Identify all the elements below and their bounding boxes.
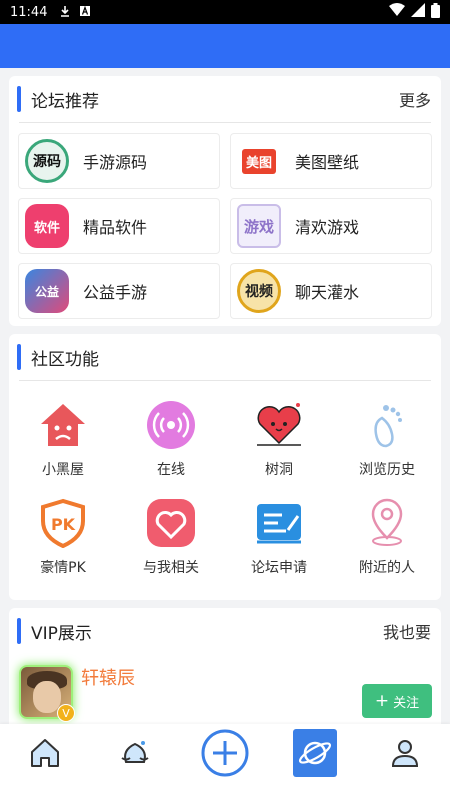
forum-recommend-title: 论坛推荐 <box>31 91 99 112</box>
func-label: 附近的人 <box>359 560 415 576</box>
signal-icon <box>411 3 425 21</box>
game-icon: 游戏 <box>237 204 281 248</box>
avatar-face <box>33 681 61 713</box>
func-label: 树洞 <box>265 462 293 478</box>
follow-label: 关注 <box>393 695 420 711</box>
heart-box-icon <box>145 497 197 549</box>
forum-item-label: 手游源码 <box>83 153 148 172</box>
forum-item-label: 精品软件 <box>83 218 148 237</box>
status-time: 11:44 <box>10 4 48 20</box>
software-icon: 软件 <box>25 204 69 248</box>
forum-item-chat[interactable]: 视频 聊天灌水 <box>230 263 432 319</box>
forum-recommend-card: 论坛推荐 更多 源码 手游源码 美图 美图壁纸 软件 精品软件 游戏 清欢游戏 … <box>9 76 441 326</box>
forum-more-link[interactable]: 更多 <box>399 87 431 111</box>
func-label: 在线 <box>157 462 185 478</box>
community-grid: 小黑屋 在线 树洞 浏览历史 PK 豪情PK 与我相关 论坛申请 附近的人 <box>9 381 441 595</box>
func-item-history[interactable]: 浏览历史 <box>333 399 441 497</box>
section-accent-bar <box>17 618 21 644</box>
location-pin-icon <box>361 497 413 549</box>
profile-icon <box>388 736 422 774</box>
forum-grid: 源码 手游源码 美图 美图壁纸 软件 精品软件 游戏 清欢游戏 公益 公益手游 … <box>9 123 441 319</box>
forum-item-game[interactable]: 游戏 清欢游戏 <box>230 198 432 254</box>
wallpaper-icon-text: 美图 <box>241 148 276 174</box>
func-label: 豪情PK <box>40 560 86 576</box>
forum-item-label: 美图壁纸 <box>295 153 360 172</box>
forum-item-label: 公益手游 <box>83 283 148 302</box>
forum-item-label: 清欢游戏 <box>295 218 360 237</box>
func-item-blackroom[interactable]: 小黑屋 <box>9 399 117 497</box>
func-item-apply[interactable]: 论坛申请 <box>225 497 333 595</box>
community-icon <box>118 736 152 774</box>
forum-item-software[interactable]: 软件 精品软件 <box>18 198 220 254</box>
pk-shield-icon: PK <box>37 497 89 549</box>
footprint-icon <box>361 399 413 451</box>
bottom-strip <box>0 786 450 800</box>
add-post-icon <box>200 728 250 782</box>
nav-community[interactable] <box>105 725 165 785</box>
func-label: 小黑屋 <box>42 462 84 478</box>
nav-profile[interactable] <box>375 725 435 785</box>
plus-icon: + <box>374 691 390 711</box>
community-title: 社区功能 <box>31 349 99 370</box>
apply-form-icon <box>253 497 305 549</box>
app-bar <box>0 24 450 68</box>
section-accent-bar <box>17 344 21 370</box>
nav-add-post[interactable] <box>195 725 255 785</box>
battery-icon <box>431 2 440 22</box>
planet-icon <box>291 727 339 783</box>
vip-title: VIP展示 <box>31 623 92 644</box>
source-code-icon: 源码 <box>25 139 69 183</box>
svg-text:PK: PK <box>51 515 76 534</box>
vip-join-link[interactable]: 我也要 <box>383 619 431 643</box>
forum-item-label: 聊天灌水 <box>295 283 360 302</box>
community-header: 社区功能 <box>9 334 441 380</box>
section-accent-bar <box>17 86 21 112</box>
charity-game-icon: 公益 <box>25 269 69 313</box>
online-broadcast-icon <box>145 399 197 451</box>
status-bar: 11:44 <box>0 0 450 24</box>
community-card: 社区功能 小黑屋 在线 树洞 浏览历史 PK 豪情PK 与我相关 论坛申请 附近… <box>9 334 441 600</box>
bottom-nav <box>0 724 450 786</box>
vip-header: VIP展示 我也要 <box>9 608 441 654</box>
forum-recommend-header: 论坛推荐 更多 <box>9 76 441 122</box>
notification-a-icon <box>79 5 91 20</box>
vip-card: VIP展示 我也要 V 轩辕辰 + 关注 <box>9 608 441 738</box>
nav-home[interactable] <box>15 725 75 785</box>
func-item-related[interactable]: 与我相关 <box>117 497 225 595</box>
vip-user-row: V 轩辕辰 + 关注 <box>9 660 441 722</box>
home-icon <box>28 736 62 774</box>
wallpaper-icon: 美图 <box>237 139 281 183</box>
func-label: 与我相关 <box>143 560 199 576</box>
forum-item-wallpaper[interactable]: 美图 美图壁纸 <box>230 133 432 189</box>
heart-icon <box>253 399 305 451</box>
func-item-online[interactable]: 在线 <box>117 399 225 497</box>
vip-user-name[interactable]: 轩辕辰 <box>81 664 135 690</box>
func-label: 论坛申请 <box>251 560 307 576</box>
wifi-icon <box>389 3 405 21</box>
nav-planet[interactable] <box>285 725 345 785</box>
follow-button[interactable]: + 关注 <box>362 684 432 718</box>
forum-item-charity-game[interactable]: 公益 公益手游 <box>18 263 220 319</box>
vip-badge-icon: V <box>57 704 75 722</box>
func-item-nearby[interactable]: 附近的人 <box>333 497 441 595</box>
func-label: 浏览历史 <box>359 462 415 478</box>
chat-icon: 视频 <box>237 269 281 313</box>
house-sad-icon <box>37 399 89 451</box>
func-item-treehole[interactable]: 树洞 <box>225 399 333 497</box>
download-icon <box>59 5 71 20</box>
func-item-pk[interactable]: PK 豪情PK <box>9 497 117 595</box>
forum-item-source-code[interactable]: 源码 手游源码 <box>18 133 220 189</box>
